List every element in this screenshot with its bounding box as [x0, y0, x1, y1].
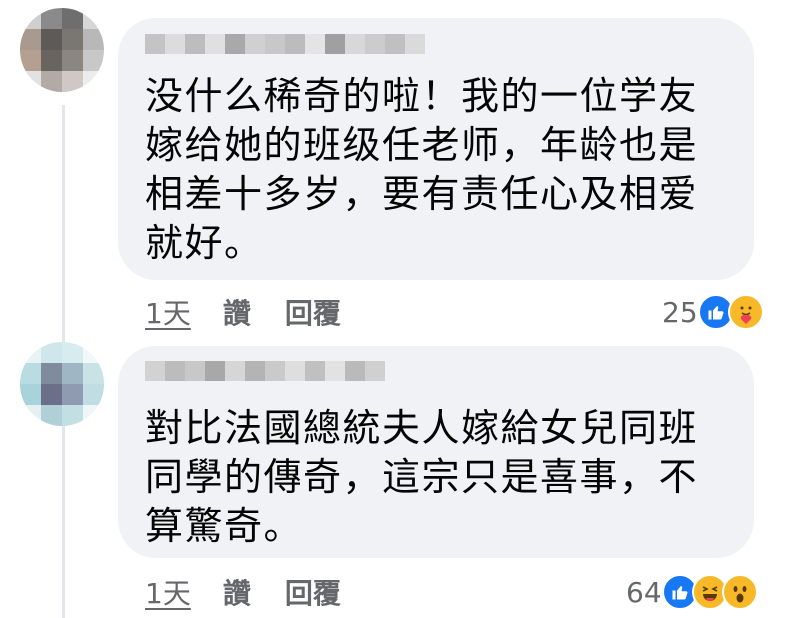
avatar[interactable] — [20, 342, 104, 426]
like-button[interactable]: 讚 — [223, 572, 251, 612]
comment-text: 没什么稀奇的啦！我的一位学友 嫁给她的班级任老师，年龄也是 相差十多岁，要有责任… — [145, 74, 699, 265]
avatar[interactable] — [20, 8, 104, 92]
comment-actions: 1天 讚 回覆 — [145, 572, 341, 612]
comment-timestamp-link[interactable]: 1天 — [145, 572, 191, 612]
reaction-summary[interactable]: 64 — [626, 572, 758, 612]
reply-button[interactable]: 回覆 — [285, 292, 341, 332]
author-name-redacted[interactable] — [145, 34, 425, 54]
care-icon — [727, 294, 764, 330]
comment-actions: 1天 讚 回覆 — [145, 292, 341, 332]
comment-timestamp-link[interactable]: 1天 — [145, 292, 191, 332]
reaction-summary[interactable]: 25 — [662, 292, 764, 332]
reply-button[interactable]: 回覆 — [285, 572, 341, 612]
reaction-count: 25 — [662, 295, 698, 329]
comment-text: 對比法國總統夫人嫁給女兒同班 同學的傳奇，這宗只是喜事，不 算驚奇。 — [145, 406, 699, 548]
wow-icon — [721, 574, 758, 610]
like-button[interactable]: 讚 — [223, 292, 251, 332]
author-name-redacted[interactable] — [145, 361, 385, 381]
reaction-count: 64 — [626, 575, 662, 609]
